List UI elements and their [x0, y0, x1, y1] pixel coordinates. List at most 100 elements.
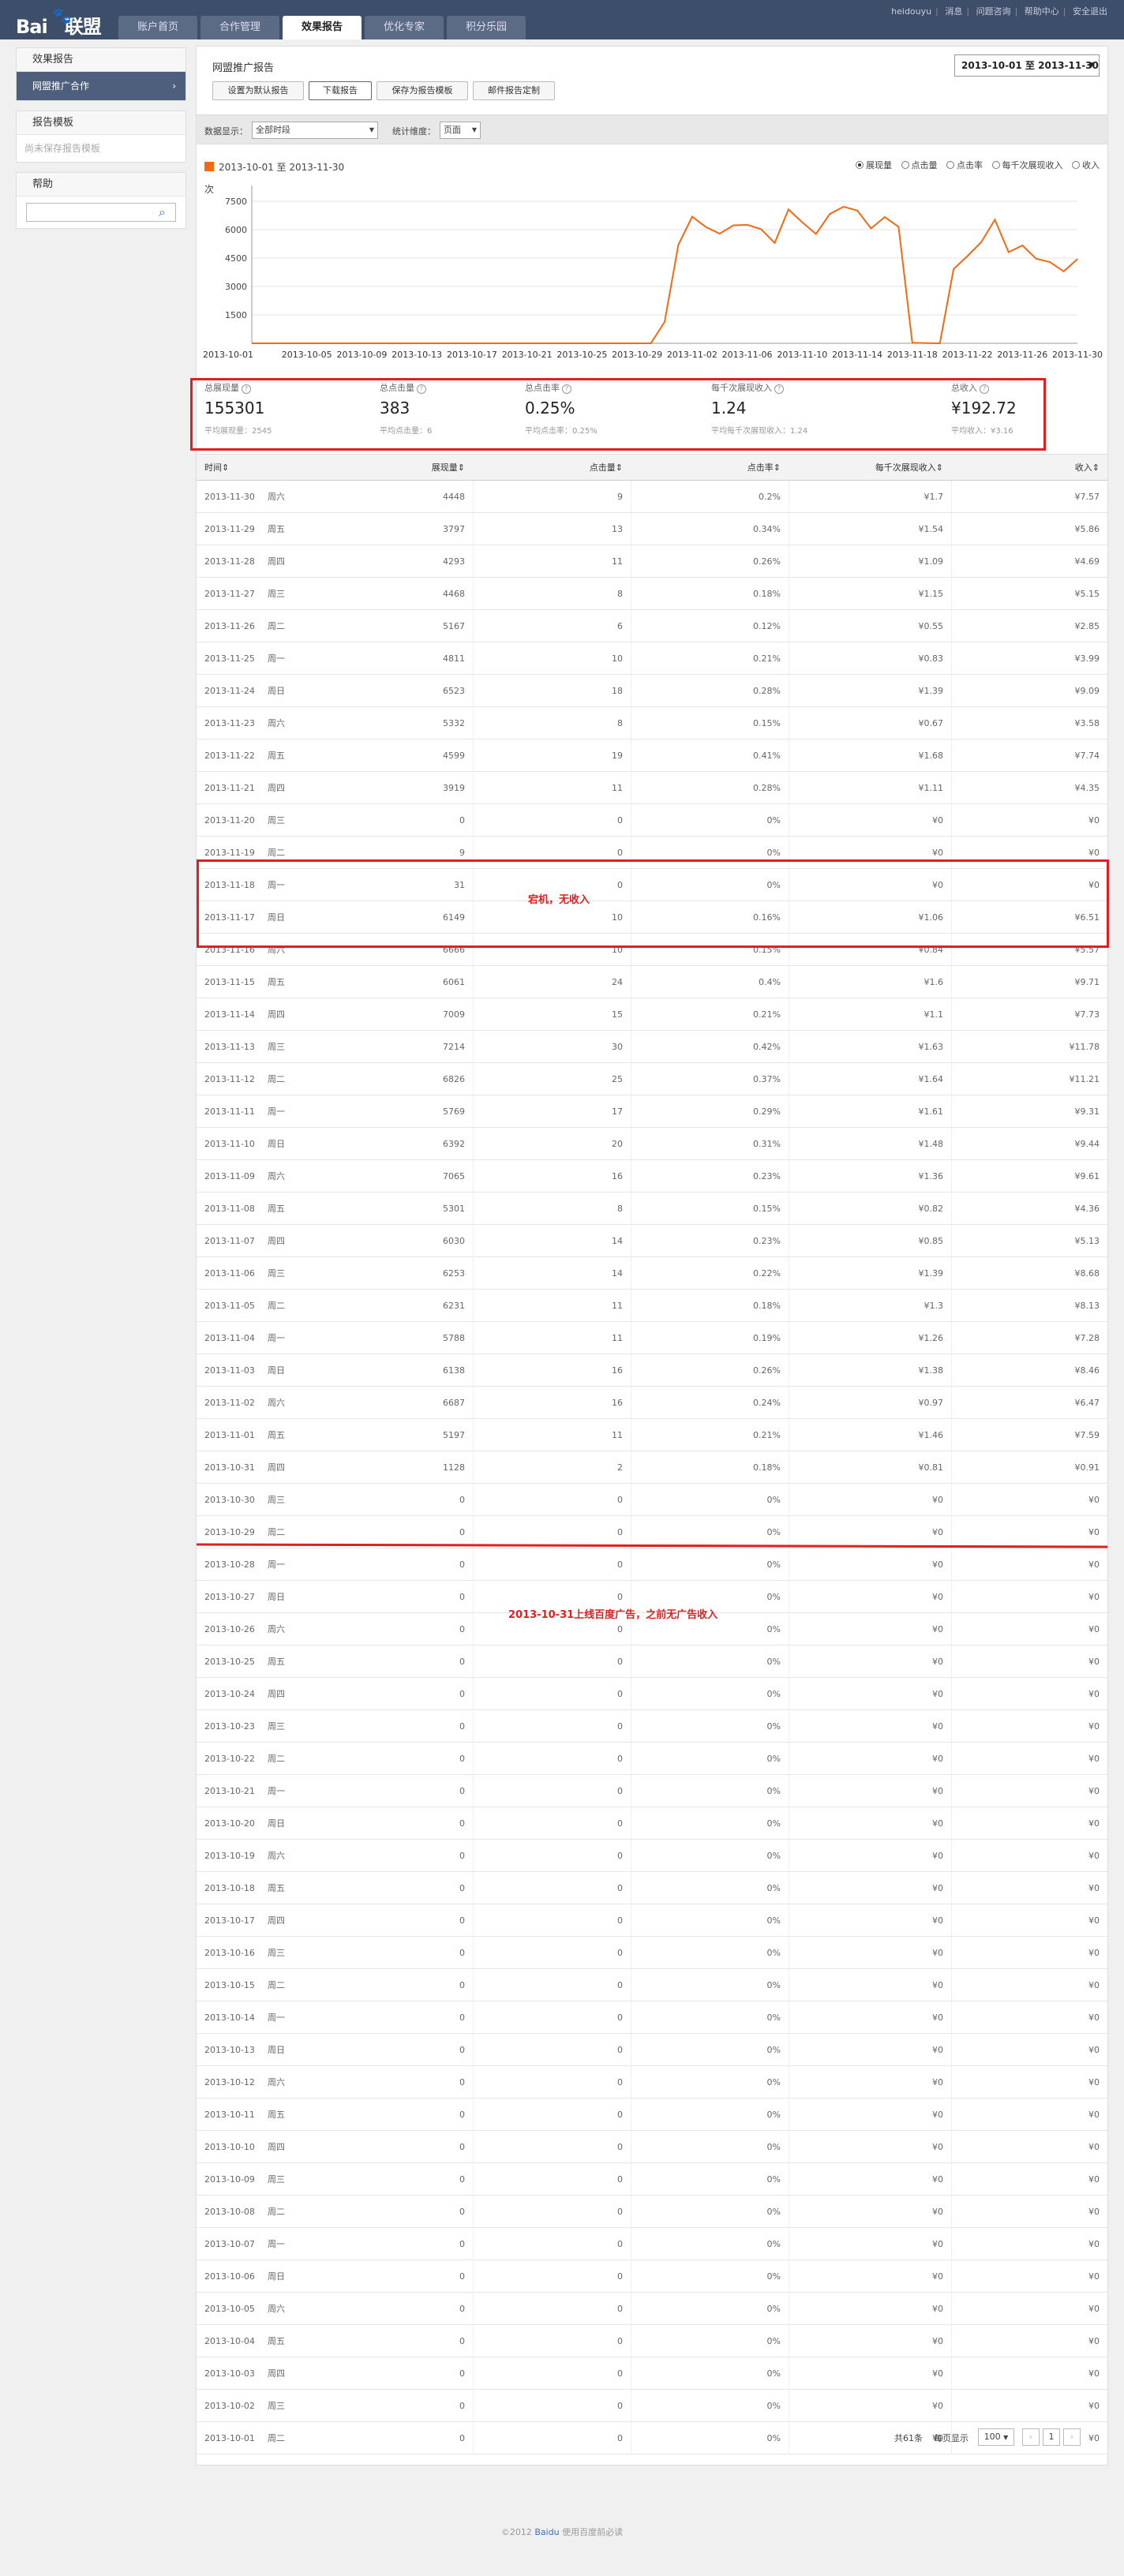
download-report-button[interactable]: 下载报告 [309, 81, 372, 100]
set-default-report-button[interactable]: 设置为默认报告 [212, 81, 304, 100]
col-date[interactable]: 时间⇕ [204, 455, 229, 481]
column-divider [473, 1063, 474, 1095]
col-ctr[interactable]: 点击率⇕ [639, 455, 781, 481]
tab-cooperation[interactable]: 合作管理 [200, 16, 279, 39]
help-center-link[interactable]: 帮助中心 [1025, 6, 1059, 17]
prev-page-button[interactable]: ‹ [1022, 2428, 1040, 2446]
search-icon[interactable]: ⌕ [159, 204, 166, 220]
email-report-button[interactable]: 邮件报告定制 [473, 81, 555, 100]
col-cpm[interactable]: 每千次展现收入⇕ [796, 455, 943, 481]
cell-date: 2013-11-08 [204, 1204, 255, 1214]
cell-cpm: ¥1.11 [918, 783, 944, 793]
cell-date: 2013-10-10 [204, 2142, 255, 2152]
cell-ctr: 0.41% [753, 751, 781, 761]
table-row: 2013-11-09 周六 7065 16 0.23% ¥1.36 ¥9.61 [197, 1160, 1107, 1193]
cell-impressions: 5788 [443, 1333, 465, 1343]
cell-impressions: 5167 [443, 621, 465, 631]
cell-ctr: 0.26% [753, 1365, 781, 1376]
cell-ctr: 0.31% [753, 1139, 781, 1149]
tab-optimization[interactable]: 优化专家 [365, 16, 444, 39]
cell-weekday: 周五 [268, 977, 285, 987]
tab-effect-report[interactable]: 效果报告 [283, 16, 362, 39]
cell-revenue: ¥0 [1088, 2207, 1100, 2217]
column-divider [473, 642, 474, 675]
cell-revenue: ¥0 [1088, 1495, 1100, 1505]
cell-revenue: ¥3.99 [1074, 653, 1100, 664]
sidebar-item-network-promo[interactable]: 网盟推广合作 › [17, 72, 185, 100]
username-link[interactable]: heidouyu [891, 6, 931, 17]
cell-weekday: 周四 [268, 1462, 285, 1473]
cell-cpm: ¥1.39 [918, 686, 944, 696]
data-display-select[interactable]: 全部时段 ▼ [252, 122, 378, 139]
must-read-link[interactable]: 使用百度前必读 [560, 2527, 623, 2537]
cell-impressions: 0 [459, 1689, 465, 1699]
sidebar: 效果报告 网盟推广合作 › 报告模板 尚未保存报告模板 帮助 ⌕ [16, 47, 186, 238]
x-tick-label: 2013-10-01 [203, 350, 253, 360]
tab-points[interactable]: 积分乐园 [447, 16, 526, 39]
column-divider [473, 2325, 474, 2357]
date-range-picker[interactable]: 2013-10-01 至 2013-11-30 ▼ [954, 54, 1100, 77]
col-revenue[interactable]: 收入⇕ [954, 455, 1100, 481]
cell-cpm: ¥0 [932, 1948, 943, 1958]
logout-link[interactable]: 安全退出 [1073, 6, 1107, 17]
table-row: 2013-10-20 周日 0 0 0% ¥0 ¥0 [197, 1807, 1107, 1840]
cell-weekday: 周六 [268, 1624, 285, 1634]
cell-ctr: 0% [766, 2304, 781, 2314]
table-row: 2013-11-30 周六 4448 9 0.2% ¥1.7 ¥7.57 [197, 481, 1107, 513]
cell-cpm: ¥0 [932, 2077, 943, 2087]
sidebar-template-title: 报告模板 [17, 111, 185, 135]
cell-cpm: ¥0.97 [918, 1398, 944, 1408]
cell-impressions: 6826 [443, 1074, 465, 1084]
cell-ctr: 0% [766, 1721, 781, 1732]
y-tick-label: 7500 [225, 197, 247, 207]
support-link[interactable]: 问题咨询 [976, 6, 1011, 17]
cell-cpm: ¥0 [932, 1657, 943, 1667]
column-divider [951, 2196, 952, 2228]
table-row: 2013-10-30 周三 0 0 0% ¥0 ¥0 [197, 1484, 1107, 1516]
cell-clicks: 0 [617, 2336, 623, 2346]
col-impressions[interactable]: 展现量⇕ [370, 455, 465, 481]
col-clicks[interactable]: 点击量⇕ [481, 455, 623, 481]
cell-impressions: 0 [459, 1818, 465, 1829]
cell-impressions: 7009 [443, 1009, 465, 1020]
baidu-union-logo[interactable]: Bai 联盟 🐾 [16, 3, 103, 38]
column-divider [473, 1387, 474, 1419]
dimension-select[interactable]: 页面 ▼ [440, 122, 481, 139]
cell-revenue: ¥0 [1088, 2110, 1100, 2120]
messages-link[interactable]: 消息 [945, 6, 962, 17]
cell-revenue: ¥0 [1088, 2401, 1100, 2411]
cell-clicks: 14 [612, 1236, 623, 1246]
cell-weekday: 周六 [268, 1851, 285, 1861]
cell-ctr: 0.37% [753, 1074, 781, 1084]
cell-cpm: ¥0 [932, 1786, 943, 1796]
cell-date: 2013-11-20 [204, 815, 255, 826]
baidu-link[interactable]: Baidu [534, 2527, 559, 2537]
current-page[interactable]: 1 [1043, 2428, 1060, 2446]
cell-impressions: 0 [459, 2110, 465, 2120]
column-divider [951, 1775, 952, 1807]
cell-cpm: ¥0.85 [918, 1236, 944, 1246]
tab-account-home[interactable]: 账户首页 [118, 16, 197, 39]
column-divider [951, 2325, 952, 2357]
help-search-input[interactable] [26, 203, 176, 222]
cell-revenue: ¥7.28 [1074, 1333, 1100, 1343]
cell-cpm: ¥1.1 [924, 1009, 944, 1020]
column-divider [473, 2357, 474, 2390]
column-divider [951, 642, 952, 675]
cell-weekday: 周四 [268, 1689, 285, 1699]
save-template-button[interactable]: 保存为报告模板 [377, 81, 468, 100]
per-page-select[interactable]: 100 ▼ [978, 2428, 1014, 2446]
cell-revenue: ¥0 [1088, 1851, 1100, 1861]
cell-date: 2013-11-03 [204, 1365, 255, 1376]
column-divider [473, 545, 474, 578]
column-divider [951, 1128, 952, 1160]
cell-date: 2013-11-26 [204, 621, 255, 631]
column-divider [473, 772, 474, 804]
y-tick-label: 6000 [225, 225, 247, 235]
cell-clicks: 25 [612, 1074, 623, 1084]
next-page-button[interactable]: › [1063, 2428, 1081, 2446]
column-divider [951, 707, 952, 739]
table-row: 2013-10-05 周六 0 0 0% ¥0 ¥0 [197, 2293, 1107, 2325]
column-divider [473, 2001, 474, 2034]
table-row: 2013-11-23 周六 5332 8 0.15% ¥0.67 ¥3.58 [197, 707, 1107, 739]
